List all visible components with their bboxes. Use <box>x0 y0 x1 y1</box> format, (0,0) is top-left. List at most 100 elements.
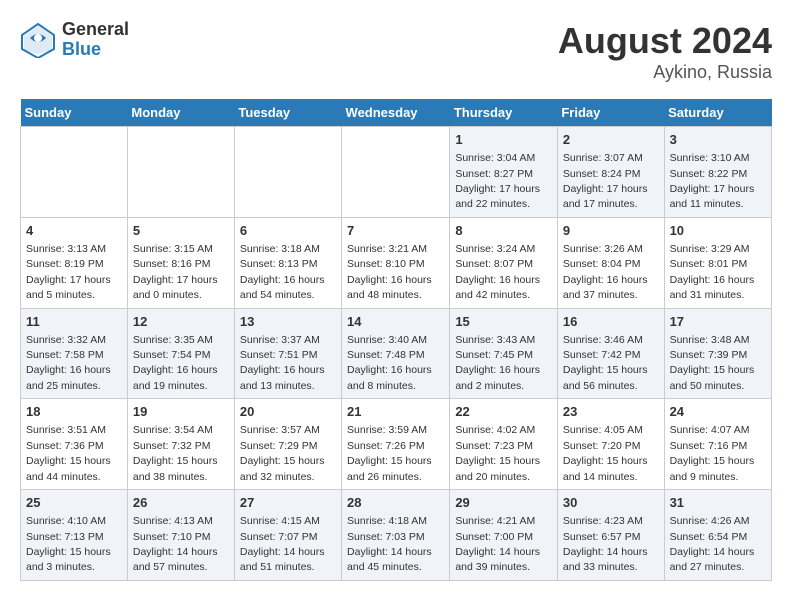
calendar-cell: 5 Sunrise: 3:15 AM Sunset: 8:16 PM Daylig… <box>127 217 234 308</box>
day-number: 17 <box>670 313 766 331</box>
calendar-body: 1Sunrise: 3:04 AM Sunset: 8:27 PM Daylig… <box>21 127 772 581</box>
calendar-header: SundayMondayTuesdayWednesdayThursdayFrid… <box>21 99 772 127</box>
day-info: Sunrise: 3:07 AM Sunset: 8:24 PM Dayligh… <box>563 152 648 210</box>
calendar-cell: 1Sunrise: 3:04 AM Sunset: 8:27 PM Daylig… <box>450 127 558 218</box>
day-info: Sunrise: 3:43 AM Sunset: 7:45 PM Dayligh… <box>455 334 540 392</box>
day-number: 28 <box>347 494 444 512</box>
calendar-cell: 23Sunrise: 4:05 AM Sunset: 7:20 PM Dayli… <box>557 399 664 490</box>
day-info: Sunrise: 3:24 AM Sunset: 8:07 PM Dayligh… <box>455 243 540 301</box>
day-info: Sunrise: 3:15 AM Sunset: 8:16 PM Dayligh… <box>133 243 218 301</box>
calendar-cell: 20 Sunrise: 3:57 AM Sunset: 7:29 PM Dayli… <box>234 399 341 490</box>
day-info: Sunrise: 3:54 AM Sunset: 7:32 PM Dayligh… <box>133 424 218 482</box>
day-number: 11 <box>26 313 122 331</box>
day-number: 13 <box>240 313 336 331</box>
day-number: 1 <box>455 131 552 149</box>
day-number: 14 <box>347 313 444 331</box>
calendar-week-1: 1Sunrise: 3:04 AM Sunset: 8:27 PM Daylig… <box>21 127 772 218</box>
calendar-table: SundayMondayTuesdayWednesdayThursdayFrid… <box>20 99 772 581</box>
day-info: Sunrise: 3:35 AM Sunset: 7:54 PM Dayligh… <box>133 334 218 392</box>
logo-icon <box>20 22 56 58</box>
day-number: 26 <box>133 494 229 512</box>
calendar-cell: 12Sunrise: 3:35 AM Sunset: 7:54 PM Dayli… <box>127 308 234 399</box>
day-number: 8 <box>455 222 552 240</box>
day-number: 5 <box>133 222 229 240</box>
calendar-cell: 17 Sunrise: 3:48 AM Sunset: 7:39 PM Dayli… <box>664 308 771 399</box>
day-number: 16 <box>563 313 659 331</box>
calendar-cell: 15 Sunrise: 3:43 AM Sunset: 7:45 PM Dayli… <box>450 308 558 399</box>
title-block: August 2024 Aykino, Russia <box>558 20 772 83</box>
day-info: Sunrise: 3:57 AM Sunset: 7:29 PM Dayligh… <box>240 424 325 482</box>
day-number: 22 <box>455 403 552 421</box>
day-info: Sunrise: 3:37 AM Sunset: 7:51 PM Dayligh… <box>240 334 325 392</box>
day-number: 7 <box>347 222 444 240</box>
calendar-cell: 25 Sunrise: 4:10 AM Sunset: 7:13 PM Dayli… <box>21 490 128 581</box>
day-info: Sunrise: 4:26 AM Sunset: 6:54 PM Dayligh… <box>670 515 755 573</box>
header-day-thursday: Thursday <box>450 99 558 127</box>
header-day-sunday: Sunday <box>21 99 128 127</box>
day-info: Sunrise: 3:10 AM Sunset: 8:22 PM Dayligh… <box>670 152 755 210</box>
calendar-cell: 8 Sunrise: 3:24 AM Sunset: 8:07 PM Daylig… <box>450 217 558 308</box>
page-header: General Blue August 2024 Aykino, Russia <box>20 20 772 83</box>
day-info: Sunrise: 3:13 AM Sunset: 8:19 PM Dayligh… <box>26 243 111 301</box>
day-info: Sunrise: 3:32 AM Sunset: 7:58 PM Dayligh… <box>26 334 111 392</box>
calendar-cell: 16 Sunrise: 3:46 AM Sunset: 7:42 PM Dayli… <box>557 308 664 399</box>
day-number: 21 <box>347 403 444 421</box>
calendar-subtitle: Aykino, Russia <box>558 62 772 83</box>
calendar-cell: 11 Sunrise: 3:32 AM Sunset: 7:58 PM Dayli… <box>21 308 128 399</box>
logo: General Blue <box>20 20 129 60</box>
calendar-cell: 6Sunrise: 3:18 AM Sunset: 8:13 PM Daylig… <box>234 217 341 308</box>
day-number: 24 <box>670 403 766 421</box>
calendar-cell: 19Sunrise: 3:54 AM Sunset: 7:32 PM Dayli… <box>127 399 234 490</box>
day-number: 20 <box>240 403 336 421</box>
day-info: Sunrise: 4:15 AM Sunset: 7:07 PM Dayligh… <box>240 515 325 573</box>
day-info: Sunrise: 4:02 AM Sunset: 7:23 PM Dayligh… <box>455 424 540 482</box>
calendar-cell: 21 Sunrise: 3:59 AM Sunset: 7:26 PM Dayli… <box>342 399 450 490</box>
day-number: 18 <box>26 403 122 421</box>
calendar-cell: 2 Sunrise: 3:07 AM Sunset: 8:24 PM Daylig… <box>557 127 664 218</box>
calendar-week-4: 18 Sunrise: 3:51 AM Sunset: 7:36 PM Dayli… <box>21 399 772 490</box>
day-number: 23 <box>563 403 659 421</box>
day-info: Sunrise: 3:51 AM Sunset: 7:36 PM Dayligh… <box>26 424 111 482</box>
calendar-cell <box>21 127 128 218</box>
calendar-cell <box>234 127 341 218</box>
day-info: Sunrise: 4:18 AM Sunset: 7:03 PM Dayligh… <box>347 515 432 573</box>
day-number: 30 <box>563 494 659 512</box>
calendar-cell: 14 Sunrise: 3:40 AM Sunset: 7:48 PM Dayli… <box>342 308 450 399</box>
calendar-week-2: 4Sunrise: 3:13 AM Sunset: 8:19 PM Daylig… <box>21 217 772 308</box>
day-number: 29 <box>455 494 552 512</box>
calendar-cell: 9Sunrise: 3:26 AM Sunset: 8:04 PM Daylig… <box>557 217 664 308</box>
logo-line1: General <box>62 20 129 40</box>
day-info: Sunrise: 4:21 AM Sunset: 7:00 PM Dayligh… <box>455 515 540 573</box>
calendar-cell <box>127 127 234 218</box>
day-number: 27 <box>240 494 336 512</box>
header-day-monday: Monday <box>127 99 234 127</box>
day-info: Sunrise: 4:23 AM Sunset: 6:57 PM Dayligh… <box>563 515 648 573</box>
day-info: Sunrise: 3:46 AM Sunset: 7:42 PM Dayligh… <box>563 334 648 392</box>
day-info: Sunrise: 3:26 AM Sunset: 8:04 PM Dayligh… <box>563 243 648 301</box>
day-number: 25 <box>26 494 122 512</box>
header-day-wednesday: Wednesday <box>342 99 450 127</box>
calendar-cell <box>342 127 450 218</box>
calendar-cell: 31 Sunrise: 4:26 AM Sunset: 6:54 PM Dayli… <box>664 490 771 581</box>
day-number: 15 <box>455 313 552 331</box>
day-number: 31 <box>670 494 766 512</box>
day-number: 2 <box>563 131 659 149</box>
day-info: Sunrise: 3:59 AM Sunset: 7:26 PM Dayligh… <box>347 424 432 482</box>
calendar-cell: 13 Sunrise: 3:37 AM Sunset: 7:51 PM Dayli… <box>234 308 341 399</box>
day-info: Sunrise: 3:29 AM Sunset: 8:01 PM Dayligh… <box>670 243 755 301</box>
day-number: 3 <box>670 131 766 149</box>
header-row: SundayMondayTuesdayWednesdayThursdayFrid… <box>21 99 772 127</box>
calendar-cell: 28 Sunrise: 4:18 AM Sunset: 7:03 PM Dayli… <box>342 490 450 581</box>
day-info: Sunrise: 3:48 AM Sunset: 7:39 PM Dayligh… <box>670 334 755 392</box>
header-day-friday: Friday <box>557 99 664 127</box>
day-info: Sunrise: 4:13 AM Sunset: 7:10 PM Dayligh… <box>133 515 218 573</box>
calendar-week-5: 25 Sunrise: 4:10 AM Sunset: 7:13 PM Dayli… <box>21 490 772 581</box>
calendar-cell: 24 Sunrise: 4:07 AM Sunset: 7:16 PM Dayli… <box>664 399 771 490</box>
day-info: Sunrise: 3:21 AM Sunset: 8:10 PM Dayligh… <box>347 243 432 301</box>
day-info: Sunrise: 4:10 AM Sunset: 7:13 PM Dayligh… <box>26 515 111 573</box>
day-info: Sunrise: 3:40 AM Sunset: 7:48 PM Dayligh… <box>347 334 432 392</box>
day-info: Sunrise: 4:07 AM Sunset: 7:16 PM Dayligh… <box>670 424 755 482</box>
day-number: 10 <box>670 222 766 240</box>
day-info: Sunrise: 3:18 AM Sunset: 8:13 PM Dayligh… <box>240 243 325 301</box>
calendar-cell: 22 Sunrise: 4:02 AM Sunset: 7:23 PM Dayli… <box>450 399 558 490</box>
